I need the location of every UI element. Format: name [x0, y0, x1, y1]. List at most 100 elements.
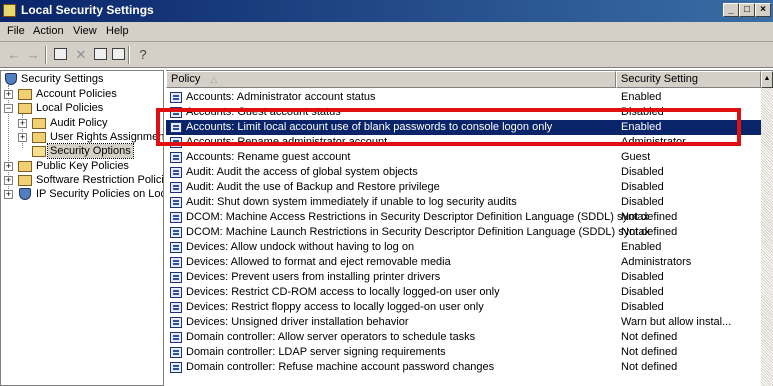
folder-icon	[18, 103, 32, 114]
table-row[interactable]: Accounts: Administrator account status En…	[166, 90, 761, 105]
menu-action[interactable]: Action	[33, 25, 64, 37]
policy-name: Devices: Unsigned driver installation be…	[186, 316, 409, 328]
policy-name: Accounts: Rename administrator account	[186, 136, 388, 148]
table-row[interactable]: Domain controller: Refuse machine accoun…	[166, 360, 761, 375]
table-row[interactable]: Accounts: Rename guest account Guest	[166, 150, 761, 165]
expand-icon[interactable]: +	[4, 162, 13, 171]
ip-security-icon	[19, 188, 31, 200]
policy-icon	[170, 347, 182, 358]
policy-name: Audit: Shut down system immediately if u…	[186, 196, 517, 208]
table-row[interactable]: Devices: Allow undock without having to …	[166, 240, 761, 255]
menu-view[interactable]: View	[73, 25, 97, 37]
policy-icon	[170, 257, 182, 268]
tree-item-security-options[interactable]: Security Options	[17, 143, 163, 159]
close-button[interactable]: ×	[755, 3, 771, 17]
title-bar: Local Security Settings _ □ ×	[0, 0, 773, 22]
policy-icon	[170, 212, 182, 223]
expand-icon[interactable]: +	[18, 119, 27, 128]
policy-name: DCOM: Machine Access Restrictions in Sec…	[186, 211, 649, 223]
column-header-policy[interactable]: Policy △	[166, 71, 616, 88]
scroll-track[interactable]	[761, 88, 773, 386]
policy-icon	[170, 227, 182, 238]
policy-setting: Not defined	[621, 346, 678, 358]
table-row[interactable]: Audit: Audit the access of global system…	[166, 165, 761, 180]
expand-icon[interactable]: +	[4, 190, 13, 199]
policy-setting: Administrator	[621, 136, 686, 148]
table-row[interactable]: Devices: Unsigned driver installation be…	[166, 315, 761, 330]
table-row[interactable]: Audit: Shut down system immediately if u…	[166, 195, 761, 210]
policy-name: Domain controller: Allow server operator…	[186, 331, 476, 343]
policy-name: Accounts: Rename guest account	[186, 151, 351, 163]
console-tree: Security Settings + Account Policies − L…	[0, 70, 164, 386]
toolbar-separator	[128, 46, 130, 64]
tree-item-ip-security[interactable]: + IP Security Policies on Loca	[3, 187, 163, 201]
policy-icon	[170, 287, 182, 298]
policy-name: Accounts: Administrator account status	[186, 91, 376, 103]
toolbar: ← → ✕ ?	[0, 42, 773, 68]
policy-icon	[170, 137, 182, 148]
folder-icon	[18, 89, 32, 100]
toolbar-separator	[45, 46, 47, 64]
policy-name: Devices: Restrict floppy access to local…	[186, 301, 484, 313]
tree-item-user-rights-assignment[interactable]: + User Rights Assignmen	[17, 130, 163, 144]
table-row[interactable]: Devices: Prevent users from installing p…	[166, 270, 761, 285]
app-icon[interactable]	[3, 4, 16, 17]
table-row[interactable]: DCOM: Machine Access Restrictions in Sec…	[166, 210, 761, 225]
expand-icon[interactable]: +	[4, 176, 13, 185]
list-header: Policy △ Security Setting	[166, 71, 773, 88]
policy-name: DCOM: Machine Launch Restrictions in Sec…	[186, 226, 651, 238]
policy-icon	[170, 107, 182, 118]
folder-icon	[18, 175, 32, 186]
policy-setting: Disabled	[621, 286, 664, 298]
policy-setting: Enabled	[621, 241, 662, 253]
vertical-scrollbar[interactable]: ▲	[761, 71, 773, 386]
column-header-security-setting[interactable]: Security Setting	[616, 71, 761, 88]
table-row[interactable]: Accounts: Rename administrator account Ad…	[166, 135, 761, 150]
policy-setting: Disabled	[621, 181, 664, 193]
maximize-button[interactable]: □	[739, 3, 755, 17]
tree-item-audit-policy[interactable]: + Audit Policy	[17, 116, 163, 130]
tree-item-software-restriction[interactable]: + Software Restriction Policie	[3, 173, 163, 187]
menu-help[interactable]: Help	[106, 25, 129, 37]
policy-icon	[170, 122, 182, 133]
policy-icon	[170, 272, 182, 283]
policy-setting: Not defined	[621, 226, 678, 238]
table-row[interactable]: Audit: Audit the use of Backup and Resto…	[166, 180, 761, 195]
folder-icon	[18, 161, 32, 172]
up-folder-icon[interactable]	[54, 48, 67, 60]
table-row[interactable]: Accounts: Limit local account use of bla…	[166, 120, 761, 135]
expand-icon[interactable]: +	[4, 90, 13, 99]
table-row[interactable]: Devices: Restrict CD-ROM access to local…	[166, 285, 761, 300]
forward-icon[interactable]: →	[24, 46, 42, 64]
policy-icon	[170, 332, 182, 343]
tree-item-local-policies[interactable]: − Local Policies	[3, 101, 163, 115]
collapse-icon[interactable]: −	[4, 104, 13, 113]
policy-setting: Not defined	[621, 211, 678, 223]
policy-setting: Disabled	[621, 271, 664, 283]
delete-icon[interactable]: ✕	[72, 46, 90, 64]
policy-icon	[170, 302, 182, 313]
back-icon[interactable]: ←	[5, 46, 23, 64]
policy-icon	[170, 317, 182, 328]
table-row[interactable]: Domain controller: LDAP server signing r…	[166, 345, 761, 360]
menu-file[interactable]: File	[7, 25, 25, 37]
open-folder-icon	[32, 146, 46, 157]
table-row[interactable]: Accounts: Guest account status Disabled	[166, 105, 761, 120]
table-row[interactable]: DCOM: Machine Launch Restrictions in Sec…	[166, 225, 761, 240]
policy-icon	[170, 242, 182, 253]
export-list-icon[interactable]	[112, 48, 125, 60]
table-row[interactable]: Domain controller: Allow server operator…	[166, 330, 761, 345]
tree-item-account-policies[interactable]: + Account Policies	[3, 87, 163, 101]
properties-icon[interactable]	[94, 48, 107, 60]
policy-name: Accounts: Limit local account use of bla…	[186, 121, 553, 133]
scroll-up-icon[interactable]: ▲	[761, 71, 773, 88]
tree-item-public-key-policies[interactable]: + Public Key Policies	[3, 159, 163, 173]
policy-name: Devices: Allowed to format and eject rem…	[186, 256, 451, 268]
help-icon[interactable]: ?	[134, 46, 152, 64]
table-row[interactable]: Devices: Restrict floppy access to local…	[166, 300, 761, 315]
policy-icon	[170, 362, 182, 373]
policy-name: Devices: Allow undock without having to …	[186, 241, 415, 253]
expand-icon[interactable]: +	[18, 133, 27, 142]
minimize-button[interactable]: _	[723, 3, 739, 17]
table-row[interactable]: Devices: Allowed to format and eject rem…	[166, 255, 761, 270]
